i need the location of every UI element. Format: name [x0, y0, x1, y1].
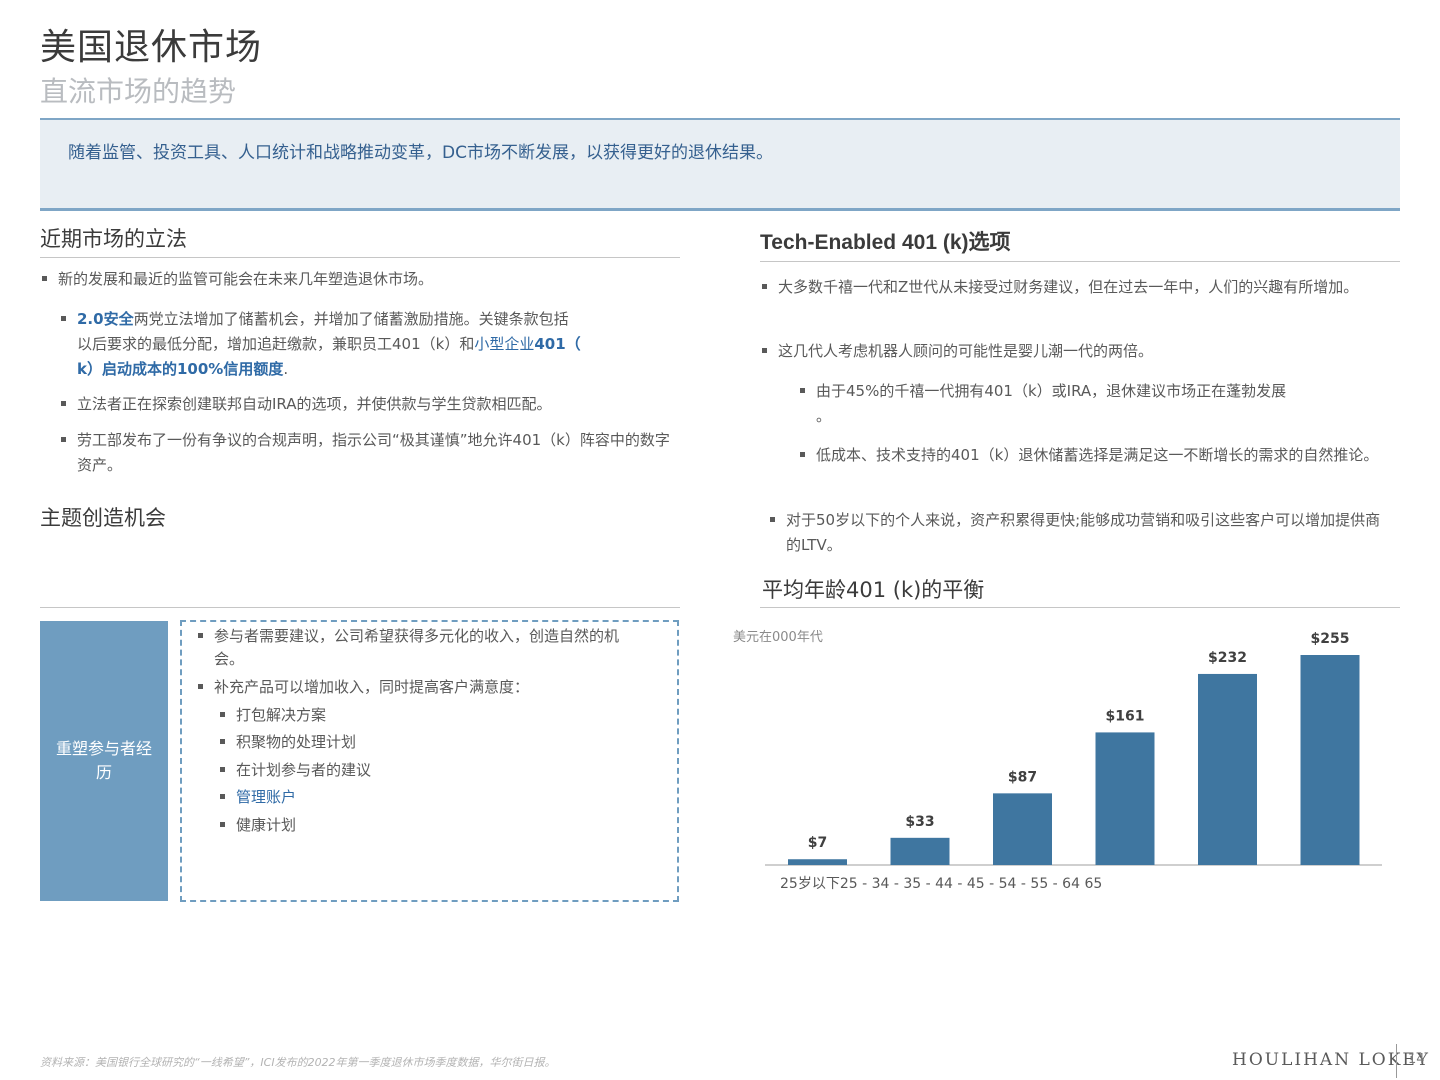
chart-data-label: $255	[1311, 631, 1350, 647]
chart-data-label: $232	[1208, 650, 1247, 666]
chart-bar	[1095, 732, 1155, 865]
chart-data-label: $7	[808, 835, 827, 851]
chart-x-axis-label: 25岁以下25 - 34 - 35 - 44 - 45 - 54 - 55 - …	[780, 876, 1103, 892]
footer-separator	[1396, 1044, 1397, 1078]
chart-bar	[1300, 655, 1360, 865]
chart-data-label: $87	[1008, 769, 1037, 785]
chart-data-label: $33	[905, 814, 934, 830]
chart-bar	[788, 859, 847, 865]
chart-bar	[993, 793, 1052, 865]
company-logo: HOULIHAN LOKEY	[1232, 1050, 1431, 1070]
chart-bar	[1198, 673, 1257, 865]
age-balance-bar-chart: $7 $33 $87 $161 $232 $255	[765, 631, 1382, 866]
page-number: 14	[1408, 1052, 1425, 1067]
footer-source: 资料来源：美国银行全球研究的“一线希望”，ICI发布的2022年第一季度退休市场…	[40, 1056, 556, 1069]
chart-bar	[890, 837, 950, 865]
chart-data-label: $161	[1106, 708, 1145, 724]
